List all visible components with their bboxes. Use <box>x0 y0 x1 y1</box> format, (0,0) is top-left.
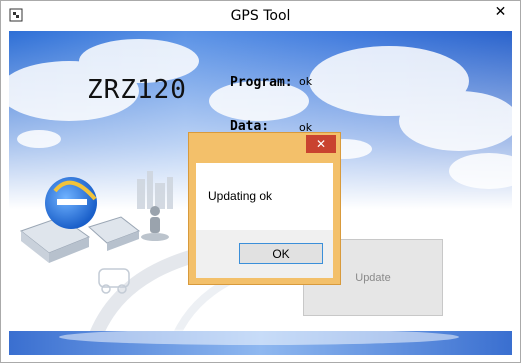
program-label: Program: <box>230 75 293 90</box>
title-bar[interactable]: GPS Tool ✕ <box>1 1 520 31</box>
dialog-close-button[interactable]: ✕ <box>306 135 336 153</box>
window-close-button[interactable]: ✕ <box>482 1 519 22</box>
dialog-footer: OK <box>196 230 333 278</box>
app-window: GPS Tool ✕ ZRZ120 Program: ok Data: ok U… <box>0 0 521 363</box>
program-status: ok <box>299 75 313 88</box>
window-title: GPS Tool <box>230 8 291 24</box>
device-model: ZRZ120 <box>87 75 187 105</box>
message-dialog: ✕ Updating ok OK <box>188 132 341 285</box>
close-icon: ✕ <box>315 137 327 151</box>
close-icon: ✕ <box>494 3 507 20</box>
dialog-message: Updating ok <box>208 189 273 203</box>
dialog-body: Updating ok <box>196 163 333 230</box>
ok-button[interactable]: OK <box>239 243 323 264</box>
